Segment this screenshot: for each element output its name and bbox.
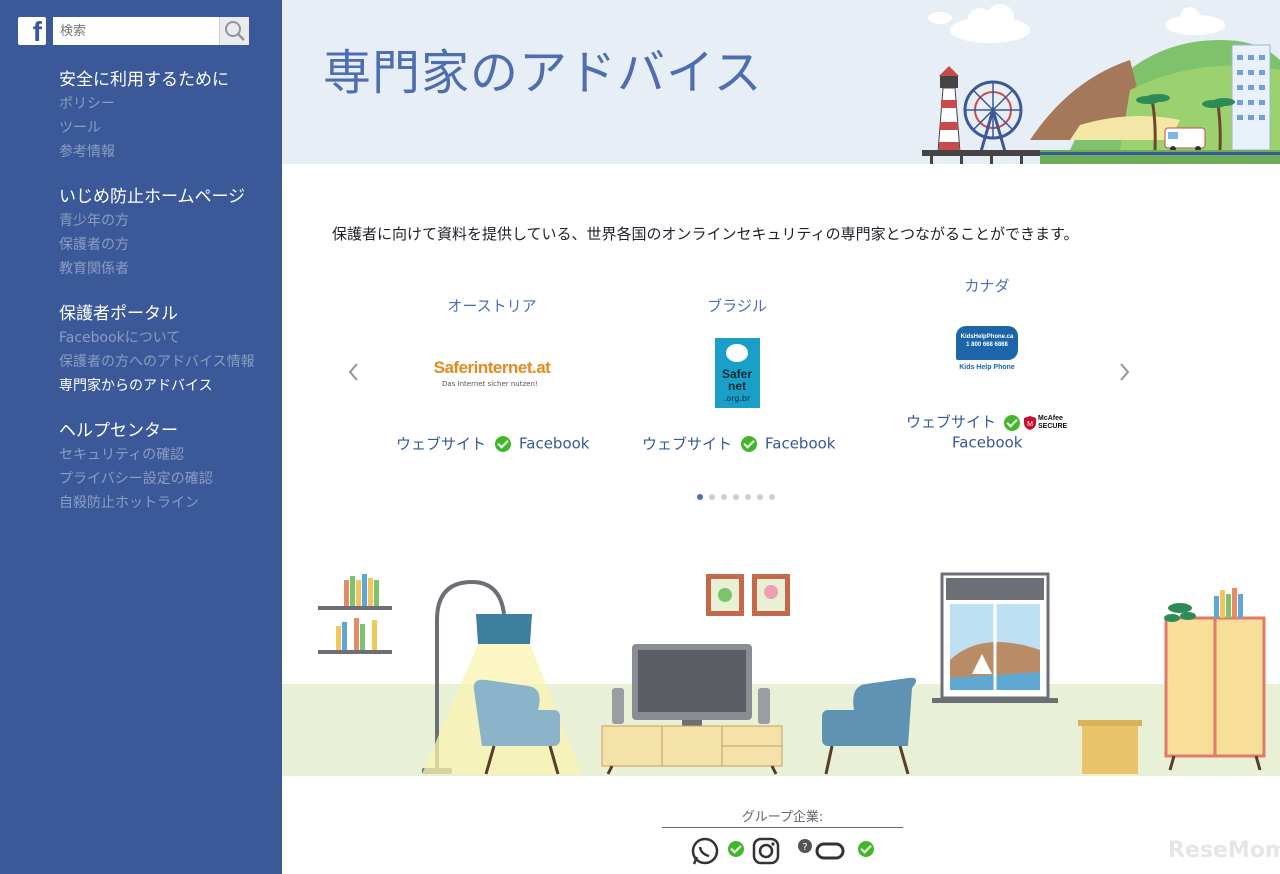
carousel-dot[interactable] (721, 494, 727, 500)
mcafee-secure-badge[interactable]: M McAfee SECURE (1024, 414, 1076, 432)
nav-item-tools[interactable]: ツール (59, 116, 255, 140)
expert-card-canada: カナダ KidsHelpPhone.ca 1 800 668 6868 Kids… (902, 275, 1072, 376)
carousel-dot[interactable] (769, 494, 775, 500)
expert-card-brazil: ブラジル Safer net .org.br (652, 295, 822, 408)
svg-text:?: ? (802, 842, 807, 853)
nav-item-teens[interactable]: 青少年の方 (59, 209, 255, 233)
nav-item-about-facebook[interactable]: Facebookについて (59, 326, 255, 350)
expert-card-austria: オーストリア Saferinternet.at Das Internet sic… (392, 295, 592, 398)
facebook-link[interactable]: Facebook (519, 435, 589, 453)
facebook-link-canada: Facebook (952, 433, 1022, 452)
search-input[interactable] (53, 17, 219, 45)
nav-item-expert-advice[interactable]: 専門家からのアドバイス (59, 374, 255, 398)
country-name[interactable]: ブラジル (652, 295, 822, 316)
oculus-icon[interactable] (815, 842, 845, 860)
nav-item-policy[interactable]: ポリシー (59, 92, 255, 116)
nav-group-bullying: いじめ防止ホームページ 青少年の方 保護者の方 教育関係者 (59, 185, 255, 281)
nav-group-help-center: ヘルプセンター セキュリティの確認 プライバシー設定の確認 自殺防止ホットライン (59, 419, 255, 515)
safernet-logo[interactable]: Safer net .org.br (714, 338, 760, 408)
website-link[interactable]: ウェブサイト (396, 435, 486, 453)
nav-item-privacy-checkup[interactable]: プライバシー設定の確認 (59, 467, 255, 491)
verified-check-icon (1004, 414, 1021, 431)
experts-carousel: オーストリア Saferinternet.at Das Internet sic… (282, 260, 1280, 520)
carousel-dot[interactable] (757, 494, 763, 500)
chevron-right-icon[interactable] (1112, 360, 1136, 384)
nav-heading[interactable]: いじめ防止ホームページ (59, 185, 255, 209)
nav-group-safety: 安全に利用するために ポリシー ツール 参考情報 (59, 68, 255, 164)
country-name[interactable]: オーストリア (392, 295, 592, 316)
verified-check-icon (495, 435, 512, 452)
nav-item-suicide-hotline[interactable]: 自殺防止ホットライン (59, 491, 255, 515)
nav-item-parents[interactable]: 保護者の方 (59, 233, 255, 257)
page-title: 専門家のアドバイス (323, 45, 763, 101)
facebook-link[interactable]: Facebook (952, 434, 1022, 452)
carousel-dot[interactable] (733, 494, 739, 500)
chevron-left-icon[interactable] (342, 360, 366, 384)
instagram-icon[interactable] (751, 836, 781, 866)
seaside-illustration (922, 4, 1280, 164)
verified-check-icon (728, 841, 744, 857)
whatsapp-icon[interactable] (690, 836, 720, 866)
group-companies-label: グループ企業: (741, 810, 824, 825)
sidebar: f 安全に利用するために ポリシー ツール 参考情報 いじめ防止ホームページ 青… (0, 0, 282, 874)
nav-group-parents-portal: 保護者ポータル Facebookについて 保護者の方へのアドバイス情報 専門家か… (59, 302, 255, 398)
search-icon (225, 21, 245, 41)
carousel-dot[interactable] (697, 494, 703, 500)
nav-heading[interactable]: 安全に利用するために (59, 68, 255, 92)
saferinternet-logo[interactable]: Saferinternet.at Das Internet sicher nut… (392, 358, 592, 398)
country-name[interactable]: カナダ (902, 275, 1072, 296)
nav-heading[interactable]: 保護者ポータル (59, 302, 255, 326)
nav-item-parent-advice[interactable]: 保護者の方へのアドバイス情報 (59, 350, 255, 374)
footer-divider (662, 827, 903, 828)
carousel-pagination (697, 485, 781, 504)
facebook-logo-icon[interactable]: f (18, 16, 46, 47)
nav-item-educators[interactable]: 教育関係者 (59, 257, 255, 281)
search-button[interactable] (219, 17, 249, 45)
carousel-dot[interactable] (745, 494, 751, 500)
svg-text:M: M (1027, 421, 1033, 428)
expert-links-brazil: ウェブサイト Facebook (642, 433, 836, 454)
sidebar-nav: 安全に利用するために ポリシー ツール 参考情報 いじめ防止ホームページ 青少年… (59, 68, 255, 536)
website-link[interactable]: ウェブサイト (906, 413, 996, 431)
hero-banner: 専門家のアドバイス (282, 0, 1280, 164)
resemom-watermark: ReseMom (1168, 838, 1280, 863)
expert-links-austria: ウェブサイト Facebook (396, 433, 590, 454)
verified-check-icon (741, 435, 758, 452)
help-question-icon[interactable]: ? (797, 838, 813, 856)
nav-item-resources[interactable]: 参考情報 (59, 140, 255, 164)
verified-check-icon (858, 841, 874, 857)
search-box (53, 17, 249, 45)
kids-help-phone-logo[interactable]: KidsHelpPhone.ca 1 800 668 6868 Kids Hel… (954, 326, 1020, 376)
mcafee-shield-icon: M (1024, 415, 1037, 430)
nav-heading[interactable]: ヘルプセンター (59, 419, 255, 443)
living-room-illustration (282, 572, 1280, 776)
website-link[interactable]: ウェブサイト (642, 435, 732, 453)
expert-links-canada: ウェブサイト M McAfee SECURE (906, 411, 1076, 432)
nav-item-security-checkup[interactable]: セキュリティの確認 (59, 443, 255, 467)
intro-text: 保護者に向けて資料を提供している、世界各国のオンラインセキュリティの専門家とつな… (332, 225, 1079, 243)
carousel-dot[interactable] (709, 494, 715, 500)
facebook-link[interactable]: Facebook (765, 435, 835, 453)
